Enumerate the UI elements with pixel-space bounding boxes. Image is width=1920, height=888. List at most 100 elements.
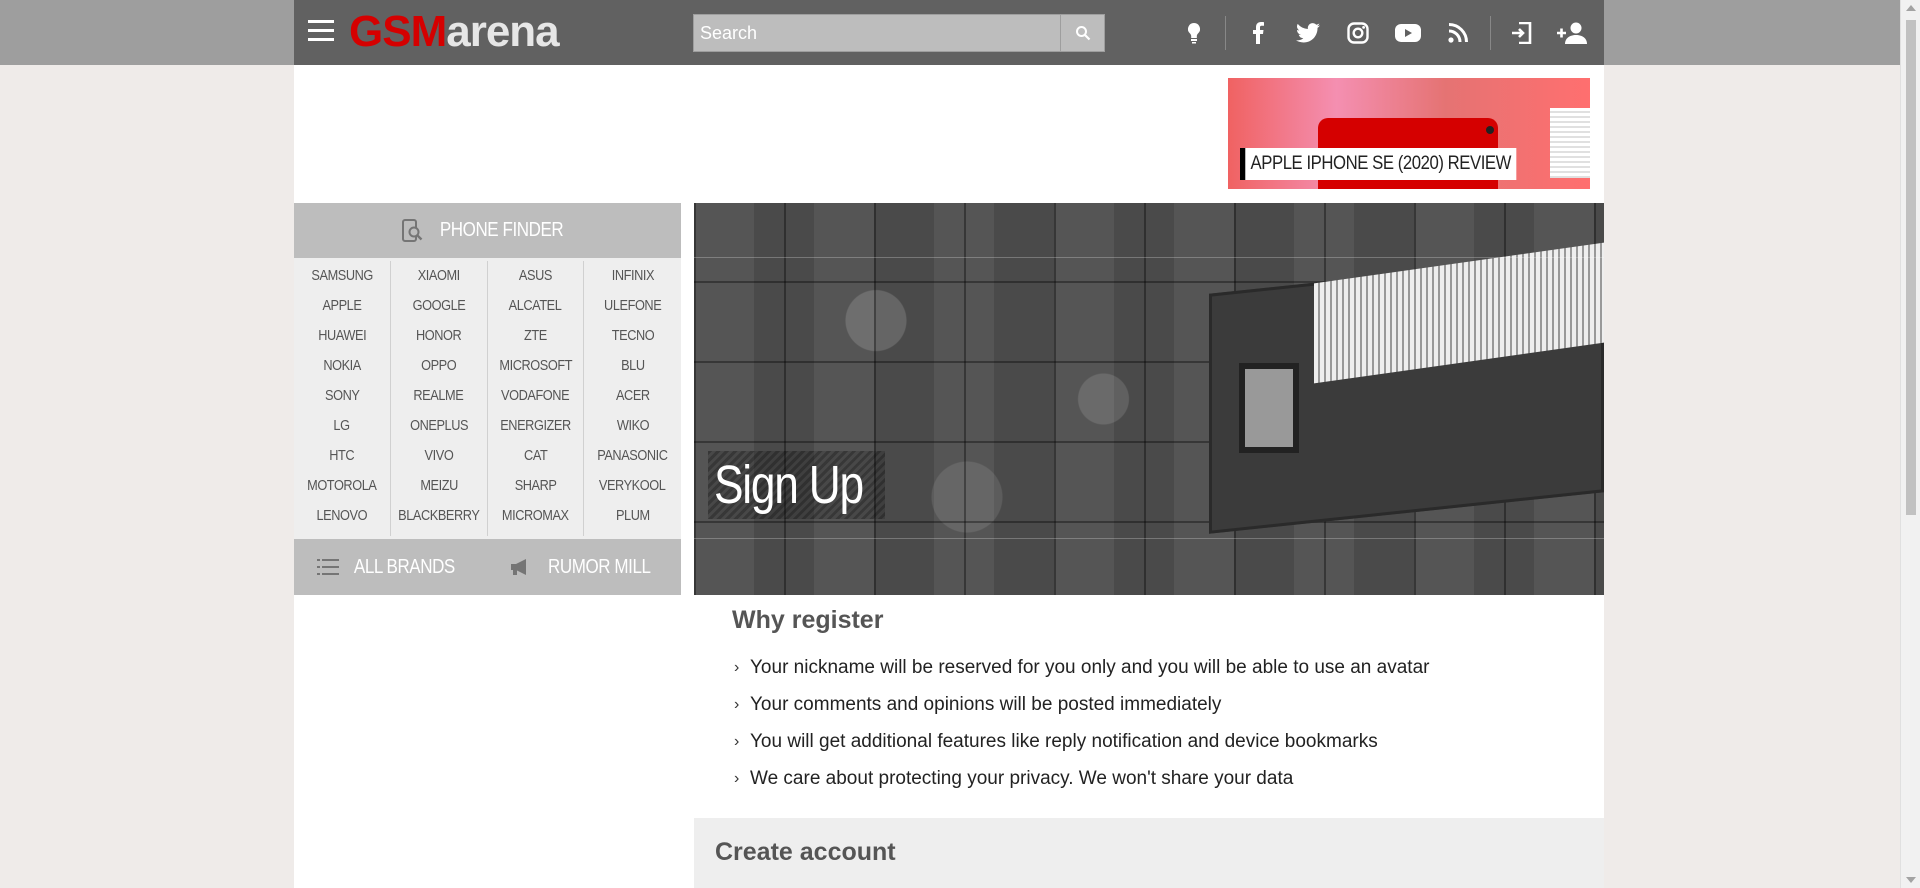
search-input[interactable] <box>694 15 1060 51</box>
why-register-list: › Your nickname will be reserved for you … <box>732 649 1572 797</box>
brand-column: XIAOMI GOOGLE HONOR OPPO REALME ONEPLUS VIVO ME… <box>391 261 488 536</box>
brand-link-micromax[interactable]: MICROMAX <box>502 501 569 531</box>
brand-link-cat[interactable]: CAT <box>524 441 548 471</box>
brand-link-acer[interactable]: ACER <box>616 381 650 411</box>
signup-button[interactable] <box>1547 0 1597 65</box>
facebook-link[interactable] <box>1233 0 1283 65</box>
header-divider <box>1490 16 1491 50</box>
brand-link-verykool[interactable]: VERYKOOL <box>599 471 666 501</box>
hero-title-box: Sign Up <box>708 451 885 519</box>
all-brands-button[interactable]: ALL BRANDS <box>294 539 488 595</box>
instagram-link[interactable] <box>1333 0 1383 65</box>
login-icon <box>1512 21 1532 44</box>
list-item-text: We care about protecting your privacy. W… <box>750 768 1294 789</box>
brand-link-lg[interactable]: LG <box>334 411 351 441</box>
list-item: › You will get additional features like r… <box>732 723 1572 760</box>
create-account-heading: Create account <box>715 838 896 866</box>
featured-review-banner[interactable]: APPLE IPHONE SE (2020) REVIEW <box>1228 78 1590 189</box>
signup-hero-image: Sign Up <box>694 203 1604 595</box>
megaphone-icon <box>510 559 526 575</box>
list-item-text: Your comments and opinions will be poste… <box>750 694 1222 715</box>
scroll-down-arrow[interactable] <box>1906 877 1916 883</box>
brand-link-wiko[interactable]: WIKO <box>616 411 649 441</box>
brand-link-lenovo[interactable]: LENOVO <box>317 501 368 531</box>
header-divider <box>1225 16 1226 50</box>
phone-finder-button[interactable]: PHONE FINDER <box>294 203 681 258</box>
why-register-heading: Why register <box>732 606 884 634</box>
phone-finder-label: PHONE FINDER <box>439 219 564 241</box>
brand-link-apple[interactable]: APPLE <box>322 291 361 321</box>
brand-link-sharp[interactable]: SHARP <box>514 471 556 501</box>
brand-link-sony[interactable]: SONY <box>325 381 360 411</box>
brand-link-meizu[interactable]: MEIZU <box>420 471 458 501</box>
search-box <box>693 14 1105 52</box>
chevron-right-icon: › <box>734 770 740 787</box>
brand-link-alcatel[interactable]: ALCATEL <box>509 291 562 321</box>
login-button[interactable] <box>1497 0 1547 65</box>
brand-link-motorola[interactable]: MOTOROLA <box>307 471 377 501</box>
add-user-icon <box>1557 22 1587 44</box>
youtube-link[interactable] <box>1383 0 1433 65</box>
all-brands-label: ALL BRANDS <box>354 555 456 578</box>
rumor-mill-button[interactable]: RUMOR MILL <box>488 539 682 595</box>
brand-link-nokia[interactable]: NOKIA <box>323 351 361 381</box>
rss-icon <box>1448 22 1468 43</box>
brand-link-asus[interactable]: ASUS <box>519 261 552 291</box>
chevron-right-icon: › <box>734 659 740 676</box>
list-item: › We care about protecting your privacy. … <box>732 760 1572 797</box>
banner-image-papers <box>1550 108 1590 178</box>
hero-divider-line <box>694 257 1604 258</box>
why-register-section: Why register › Your nickname will be rese… <box>732 606 1572 797</box>
brand-link-oneplus[interactable]: ONEPLUS <box>410 411 468 441</box>
brand-link-zte[interactable]: ZTE <box>524 321 547 351</box>
search-button[interactable] <box>1060 15 1104 51</box>
menu-icon[interactable] <box>308 20 336 44</box>
page-title: Sign Up <box>714 455 864 515</box>
brand-link-plum[interactable]: PLUM <box>616 501 650 531</box>
list-item: › Your nickname will be reserved for you … <box>732 649 1572 686</box>
brand-column: SAMSUNG APPLE HUAWEI NOKIA SONY LG HTC MOTOROLA… <box>294 261 391 536</box>
scrollbar-thumb[interactable] <box>1906 20 1916 515</box>
brand-link-ulefone[interactable]: ULEFONE <box>604 291 662 321</box>
page-container: GSM arena Search APPLE IPHONE SE (2020) … <box>294 0 1604 888</box>
sidebar-footer: ALL BRANDS RUMOR MILL <box>294 539 681 595</box>
create-account-section: Create account <box>694 818 1604 888</box>
banner-image-camera <box>1486 126 1494 134</box>
brand-column: INFINIX ULEFONE TECNO BLU ACER WIKO PANASONIC V… <box>584 261 681 536</box>
list-item: › Your comments and opinions will be post… <box>732 686 1572 723</box>
tips-button[interactable] <box>1169 0 1219 65</box>
rss-link[interactable] <box>1433 0 1483 65</box>
twitter-icon <box>1296 22 1320 42</box>
vertical-scrollbar[interactable] <box>1900 0 1920 888</box>
brand-link-blu[interactable]: BLU <box>621 351 645 381</box>
search-icon <box>1075 26 1090 41</box>
brand-link-microsoft[interactable]: MICROSOFT <box>499 351 572 381</box>
list-icon <box>317 559 340 575</box>
rumor-mill-label: RUMOR MILL <box>547 555 651 578</box>
banner-label: APPLE IPHONE SE (2020) REVIEW <box>1240 148 1517 180</box>
brand-link-realme[interactable]: REALME <box>414 381 464 411</box>
brands-sidebar: PHONE FINDER SAMSUNG APPLE HUAWEI NOKIA SONY… <box>294 203 681 595</box>
brand-grid: SAMSUNG APPLE HUAWEI NOKIA SONY LG HTC MOTOROLA… <box>294 261 681 536</box>
brand-link-tecno[interactable]: TECNO <box>611 321 654 351</box>
instagram-icon <box>1347 21 1369 44</box>
brand-link-vivo[interactable]: VIVO <box>424 441 453 471</box>
brand-link-htc[interactable]: HTC <box>329 441 354 471</box>
brand-link-energizer[interactable]: ENERGIZER <box>500 411 571 441</box>
hero-divider-line <box>694 538 1604 539</box>
brand-link-panasonic[interactable]: PANASONIC <box>597 441 668 471</box>
twitter-link[interactable] <box>1283 0 1333 65</box>
brand-link-xiaomi[interactable]: XIAOMI <box>418 261 461 291</box>
brand-link-infinix[interactable]: INFINIX <box>611 261 654 291</box>
brand-link-oppo[interactable]: OPPO <box>421 351 457 381</box>
brand-link-huawei[interactable]: HUAWEI <box>318 321 366 351</box>
brand-link-vodafone[interactable]: VODAFONE <box>501 381 570 411</box>
chevron-right-icon: › <box>734 696 740 713</box>
brand-link-blackberry[interactable]: BLACKBERRY <box>398 501 480 531</box>
list-item-text: Your nickname will be reserved for you o… <box>750 657 1430 678</box>
brand-link-samsung[interactable]: SAMSUNG <box>311 261 373 291</box>
brand-link-honor[interactable]: HONOR <box>416 321 462 351</box>
brand-link-google[interactable]: GOOGLE <box>412 291 465 321</box>
scroll-up-arrow[interactable] <box>1906 5 1916 11</box>
site-logo[interactable]: GSM arena <box>349 7 560 56</box>
